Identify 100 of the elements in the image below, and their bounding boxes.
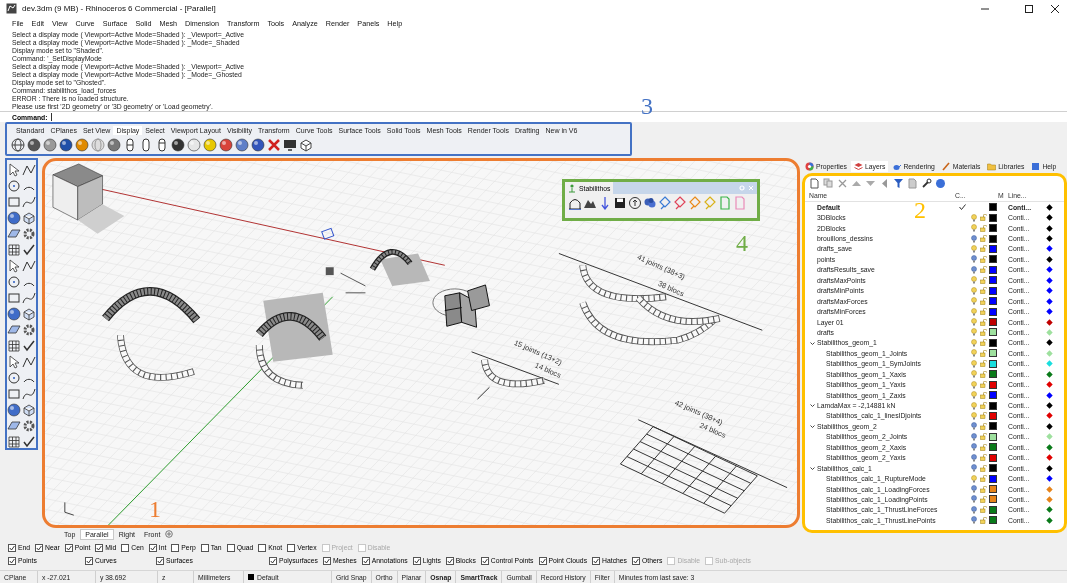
pointer-icon[interactable] bbox=[7, 163, 21, 177]
globe-icon[interactable] bbox=[11, 138, 25, 152]
surface-icon[interactable] bbox=[7, 227, 21, 241]
polyline-icon[interactable] bbox=[22, 355, 36, 369]
layer-color-swatch[interactable] bbox=[989, 265, 997, 274]
light-bulb-icon[interactable] bbox=[970, 370, 977, 379]
cube-icon[interactable] bbox=[22, 211, 36, 225]
layer-color-swatch[interactable] bbox=[989, 318, 997, 327]
checkmark-icon[interactable] bbox=[22, 339, 36, 353]
layer-color-swatch[interactable] bbox=[989, 453, 997, 462]
checkbox[interactable] bbox=[156, 556, 164, 565]
sphere-icon[interactable] bbox=[219, 138, 233, 152]
checkbox[interactable] bbox=[8, 556, 16, 565]
gear-icon[interactable] bbox=[22, 227, 36, 241]
blob-icon[interactable] bbox=[643, 196, 656, 210]
checkbox[interactable] bbox=[538, 556, 547, 565]
checkbox[interactable] bbox=[64, 543, 73, 552]
layer-color-swatch[interactable] bbox=[989, 495, 997, 504]
light-bulb-icon[interactable] bbox=[970, 213, 977, 222]
checkbox[interactable] bbox=[35, 543, 44, 552]
layer-color-swatch[interactable] bbox=[989, 349, 997, 358]
light-bulb-icon[interactable] bbox=[970, 495, 977, 504]
grid-icon[interactable] bbox=[7, 243, 21, 257]
checkbox[interactable] bbox=[361, 556, 370, 565]
light-bulb-icon[interactable] bbox=[970, 391, 977, 400]
grid-icon[interactable] bbox=[7, 435, 21, 449]
checkbox[interactable] bbox=[148, 543, 157, 552]
layer-color-swatch[interactable] bbox=[989, 370, 997, 379]
layer-color-swatch[interactable] bbox=[989, 213, 997, 222]
polyline-icon[interactable] bbox=[22, 163, 36, 177]
checkbox[interactable] bbox=[85, 556, 93, 565]
light-bulb-icon[interactable] bbox=[970, 286, 977, 295]
capsule-icon[interactable] bbox=[139, 138, 153, 152]
checkbox[interactable] bbox=[121, 543, 130, 552]
checkbox[interactable] bbox=[632, 556, 640, 565]
cube-icon[interactable] bbox=[299, 138, 313, 152]
light-bulb-icon[interactable] bbox=[970, 328, 977, 337]
add-icon[interactable] bbox=[165, 530, 174, 538]
layer-color-swatch[interactable] bbox=[989, 411, 997, 420]
polyline-icon[interactable] bbox=[22, 259, 36, 273]
chevron-icon[interactable] bbox=[810, 424, 815, 430]
light-bulb-icon[interactable] bbox=[970, 380, 977, 389]
checkbox[interactable] bbox=[171, 543, 180, 552]
upload-icon[interactable] bbox=[628, 196, 641, 210]
sphere-icon[interactable] bbox=[107, 138, 121, 152]
gear-icon[interactable] bbox=[22, 419, 36, 433]
layer-color-swatch[interactable] bbox=[989, 255, 997, 264]
checkbox[interactable] bbox=[445, 556, 454, 565]
layer-color-swatch[interactable] bbox=[989, 432, 997, 441]
layer-color-swatch[interactable] bbox=[989, 485, 997, 494]
light-bulb-icon[interactable] bbox=[970, 516, 977, 525]
light-bulb-icon[interactable] bbox=[970, 485, 977, 494]
layer-color-swatch[interactable] bbox=[989, 224, 997, 233]
light-bulb-icon[interactable] bbox=[970, 338, 977, 347]
delete-icon[interactable] bbox=[837, 178, 848, 189]
light-bulb-icon[interactable] bbox=[970, 359, 977, 368]
grid-icon[interactable] bbox=[7, 339, 21, 353]
checkbox[interactable] bbox=[480, 556, 489, 565]
close-icon[interactable] bbox=[1051, 4, 1059, 13]
light-bulb-icon[interactable] bbox=[970, 411, 977, 420]
layer-color-swatch[interactable] bbox=[989, 516, 997, 525]
capsule-icon[interactable] bbox=[155, 138, 169, 152]
capsule-icon[interactable] bbox=[123, 138, 137, 152]
light-bulb-icon[interactable] bbox=[970, 224, 977, 233]
checkbox[interactable] bbox=[269, 556, 277, 565]
layer-color-swatch[interactable] bbox=[989, 443, 997, 452]
layer-color-swatch[interactable] bbox=[989, 422, 997, 431]
light-bulb-icon[interactable] bbox=[970, 349, 977, 358]
checkmark-icon[interactable] bbox=[22, 435, 36, 449]
checkbox[interactable] bbox=[258, 543, 267, 552]
layer-color-swatch[interactable] bbox=[989, 359, 997, 368]
cube-icon[interactable] bbox=[22, 403, 36, 417]
light-bulb-icon[interactable] bbox=[970, 297, 977, 306]
light-bulb-icon[interactable] bbox=[970, 401, 977, 410]
layer-color-swatch[interactable] bbox=[989, 297, 997, 306]
layer-color-swatch[interactable] bbox=[989, 203, 997, 212]
help-icon[interactable] bbox=[935, 178, 946, 189]
checkbox[interactable] bbox=[95, 543, 104, 552]
layer-color-swatch[interactable] bbox=[989, 307, 997, 316]
layer-color-swatch[interactable] bbox=[989, 391, 997, 400]
circle-icon[interactable] bbox=[7, 275, 21, 289]
checkbox[interactable] bbox=[200, 543, 209, 552]
checkbox[interactable] bbox=[8, 543, 16, 552]
light-bulb-icon[interactable] bbox=[970, 464, 977, 473]
layer-color-swatch[interactable] bbox=[989, 328, 997, 337]
pointer-icon[interactable] bbox=[7, 355, 21, 369]
layer-color-swatch[interactable] bbox=[989, 505, 997, 514]
layer-color-swatch[interactable] bbox=[989, 338, 997, 347]
light-bulb-icon[interactable] bbox=[970, 453, 977, 462]
layer-color-swatch[interactable] bbox=[989, 401, 997, 410]
checkbox[interactable] bbox=[322, 556, 331, 565]
sphere-icon[interactable] bbox=[171, 138, 185, 152]
layer-color-swatch[interactable] bbox=[989, 464, 997, 473]
chevron-icon[interactable] bbox=[810, 465, 815, 471]
arch-icon[interactable] bbox=[568, 196, 581, 210]
checkmark-icon[interactable] bbox=[22, 243, 36, 257]
layer-color-swatch[interactable] bbox=[989, 244, 997, 253]
pointer-icon[interactable] bbox=[7, 259, 21, 273]
light-bulb-icon[interactable] bbox=[970, 255, 977, 264]
checkbox[interactable] bbox=[287, 543, 296, 552]
